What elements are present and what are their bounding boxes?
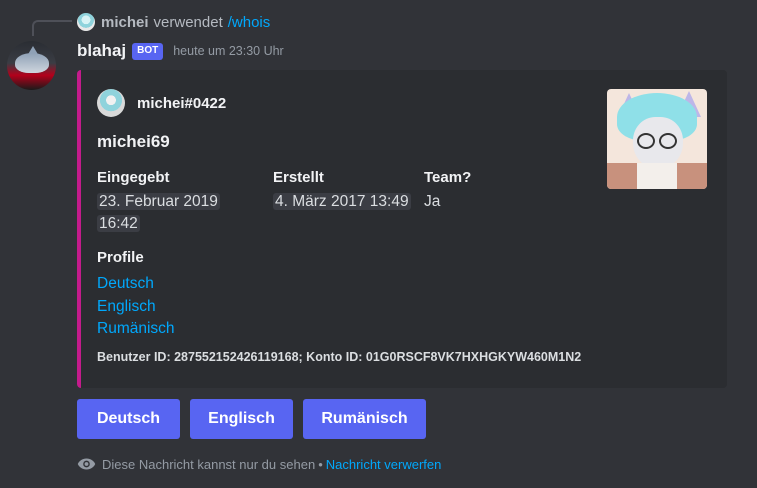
bot-avatar[interactable]: [7, 41, 56, 90]
field-value: 4. März 2017 13:49: [273, 191, 423, 213]
bot-username[interactable]: blahaj: [77, 41, 126, 61]
embed-author-name: michei#0422: [137, 94, 227, 112]
embed-footer: Benutzer ID: 287552152426119168; Konto I…: [97, 350, 582, 364]
embed-title: michei69: [97, 132, 170, 151]
eye-icon: [77, 458, 96, 470]
reply-reference[interactable]: michei verwendet /whois: [77, 12, 270, 32]
reply-avatar[interactable]: [77, 13, 95, 31]
message-header: blahaj BOT heute um 23:30 Uhr: [77, 40, 284, 62]
profile-links: Deutsch Englisch Rumänisch: [97, 273, 175, 341]
message-timestamp[interactable]: heute um 23:30 Uhr: [173, 44, 284, 58]
field-profile: Profile Deutsch Englisch Rumänisch: [97, 248, 175, 341]
thumb-body: [607, 163, 707, 189]
field-name: Profile: [97, 249, 144, 266]
reply-connector-line: [32, 20, 72, 36]
thumb-glasses-left: [637, 133, 655, 149]
reply-text: verwendet: [153, 13, 223, 31]
field-name: Eingegebt: [97, 169, 170, 186]
field-value: Ja: [424, 193, 441, 210]
ephemeral-separator: •: [318, 456, 323, 472]
field-name: Team?: [424, 169, 472, 186]
englisch-button[interactable]: Englisch: [190, 399, 293, 439]
field-erstellt: Erstellt 4. März 2017 13:49: [273, 168, 423, 213]
profile-link-englisch[interactable]: Englisch: [97, 296, 175, 319]
timestamp-value[interactable]: 23. Februar 2019 16:42: [97, 193, 220, 232]
field-team: Team? Ja: [424, 168, 504, 213]
embed-thumbnail[interactable]: [607, 89, 707, 189]
deutsch-button[interactable]: Deutsch: [77, 399, 180, 439]
bot-badge: BOT: [132, 42, 164, 60]
dismiss-message-link[interactable]: Nachricht verwerfen: [326, 457, 442, 472]
profile-link-deutsch[interactable]: Deutsch: [97, 273, 175, 296]
reply-command[interactable]: /whois: [228, 14, 271, 31]
ephemeral-text: Diese Nachricht kannst nur du sehen: [102, 456, 316, 472]
embed-author: michei#0422: [97, 89, 227, 117]
profile-link-rumaenisch[interactable]: Rumänisch: [97, 318, 175, 341]
ephemeral-notice: Diese Nachricht kannst nur du sehen • Na…: [77, 455, 441, 473]
whois-embed: michei#0422 michei69 Eingegebt 23. Febru…: [77, 70, 727, 388]
author-avatar-icon: [97, 89, 125, 117]
field-name: Erstellt: [273, 169, 324, 186]
reply-username[interactable]: michei: [101, 14, 149, 31]
timestamp-value[interactable]: 4. März 2017 13:49: [273, 193, 411, 210]
avatar-shark: [15, 53, 49, 73]
rumaenisch-button[interactable]: Rumänisch: [303, 399, 426, 439]
thumb-glasses-right: [659, 133, 677, 149]
field-eingegebt: Eingegebt 23. Februar 2019 16:42: [97, 168, 237, 235]
field-value: 23. Februar 2019 16:42: [97, 191, 237, 235]
